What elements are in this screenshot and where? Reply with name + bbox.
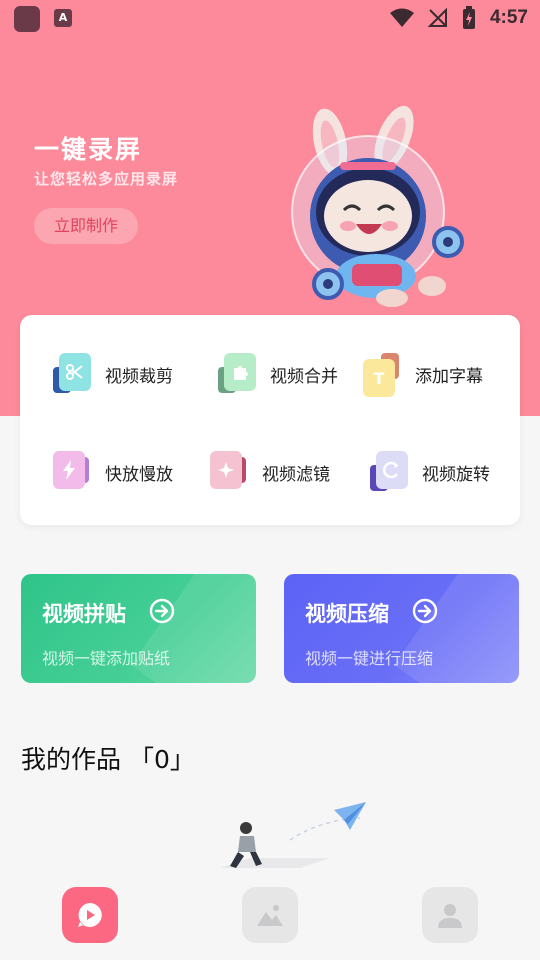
tools-card: 视频裁剪 视频合并 T 添加字幕 快放慢放 视频滤镜 视频旋转 (20, 315, 520, 525)
video-compress-card[interactable]: 视频压缩 视频一键进行压缩 (284, 574, 519, 683)
tool-video-crop[interactable]: 视频裁剪 (53, 353, 173, 395)
user-icon (438, 904, 462, 928)
tool-video-merge[interactable]: 视频合并 (218, 353, 338, 395)
rotate-icon (370, 451, 412, 493)
battery-charging-icon (462, 6, 475, 29)
tab-home[interactable] (62, 887, 118, 943)
puzzle-icon (218, 353, 260, 395)
wifi-icon (389, 8, 414, 27)
arrow-right-circle-icon (149, 598, 175, 624)
status-time: 4:57 (489, 7, 528, 28)
status-bar: A 4:57 (0, 0, 540, 36)
hero-subtitle: 让您轻松多应用录屏 (34, 170, 179, 188)
create-now-button[interactable]: 立即制作 (34, 208, 138, 244)
tool-label: 添加字幕 (415, 366, 483, 387)
video-play-icon (78, 903, 102, 927)
tool-add-subtitle[interactable]: T 添加字幕 (363, 353, 483, 397)
tool-label: 视频裁剪 (105, 366, 173, 387)
tool-label: 视频合并 (270, 366, 338, 387)
tool-video-rotate[interactable]: 视频旋转 (370, 451, 490, 493)
feature-subtitle: 视频一键添加贴纸 (42, 649, 171, 668)
tool-label: 视频旋转 (422, 464, 490, 485)
tool-speed[interactable]: 快放慢放 (53, 451, 173, 493)
no-signal-icon (427, 8, 447, 27)
text-icon: T (363, 353, 405, 397)
tool-label: 视频滤镜 (262, 464, 330, 485)
notification-app-icon (14, 6, 40, 32)
tab-gallery[interactable] (242, 887, 298, 943)
image-icon (257, 905, 283, 926)
feature-subtitle: 视频一键进行压缩 (305, 649, 434, 668)
astronaut-rabbit-illustration (291, 105, 464, 307)
arrow-right-circle-icon (412, 598, 438, 624)
notification-app-a-icon: A (54, 9, 72, 27)
feature-title: 视频压缩 (305, 602, 389, 626)
feature-title: 视频拼贴 (42, 602, 126, 626)
video-collage-card[interactable]: 视频拼贴 视频一键添加贴纸 (21, 574, 256, 683)
my-works-title: 我的作品 「0」 (21, 745, 195, 774)
scissors-icon (53, 353, 95, 395)
tab-profile[interactable] (422, 887, 478, 943)
lightning-icon (53, 451, 95, 493)
hero-title: 一键录屏 (34, 135, 143, 164)
tool-video-filter[interactable]: 视频滤镜 (210, 451, 330, 493)
bottom-tab-bar (0, 872, 540, 960)
sparkle-icon (210, 451, 252, 493)
tool-label: 快放慢放 (105, 464, 173, 485)
empty-works-illustration (220, 802, 366, 868)
